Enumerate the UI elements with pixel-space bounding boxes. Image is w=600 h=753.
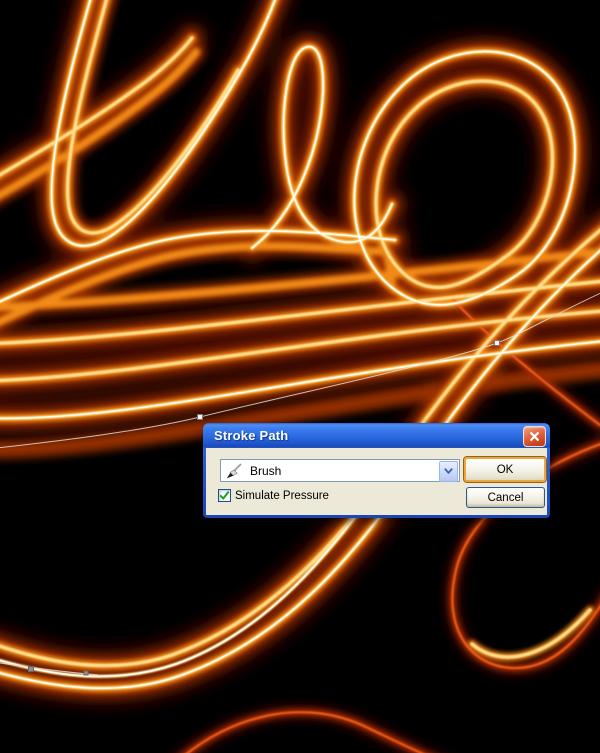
combo-dropdown-button[interactable] (439, 461, 458, 482)
dialog-title: Stroke Path (214, 428, 289, 443)
dialog-titlebar[interactable]: Stroke Path (203, 423, 550, 448)
path-anchor (197, 414, 203, 420)
dialog-body: Brush Simulate Pressure OK Cancel (206, 448, 547, 515)
simulate-pressure-checkbox[interactable] (218, 489, 231, 502)
light-trails (0, 0, 600, 753)
path-anchor (494, 340, 500, 346)
photoshop-canvas: Stroke Path Brush Simulate Pressure OK C… (0, 0, 600, 753)
path-anchor-selected (28, 666, 34, 672)
simulate-pressure-label: Simulate Pressure (235, 489, 329, 502)
checkmark-icon (219, 491, 230, 500)
stroke-path-dialog: Stroke Path Brush Simulate Pressure OK C… (203, 423, 550, 518)
cancel-button[interactable]: Cancel (466, 487, 545, 508)
ok-button[interactable]: OK (464, 457, 546, 482)
stroke-tool-value: Brush (250, 463, 282, 478)
light-painting-image (0, 0, 600, 753)
path-anchor-selected (83, 670, 89, 676)
close-button[interactable] (523, 426, 546, 447)
chevron-down-icon (444, 468, 453, 474)
simulate-pressure-row: Simulate Pressure (218, 489, 329, 502)
close-icon (530, 432, 539, 441)
brush-icon (226, 462, 242, 478)
stroke-tool-select[interactable]: Brush (220, 459, 460, 482)
